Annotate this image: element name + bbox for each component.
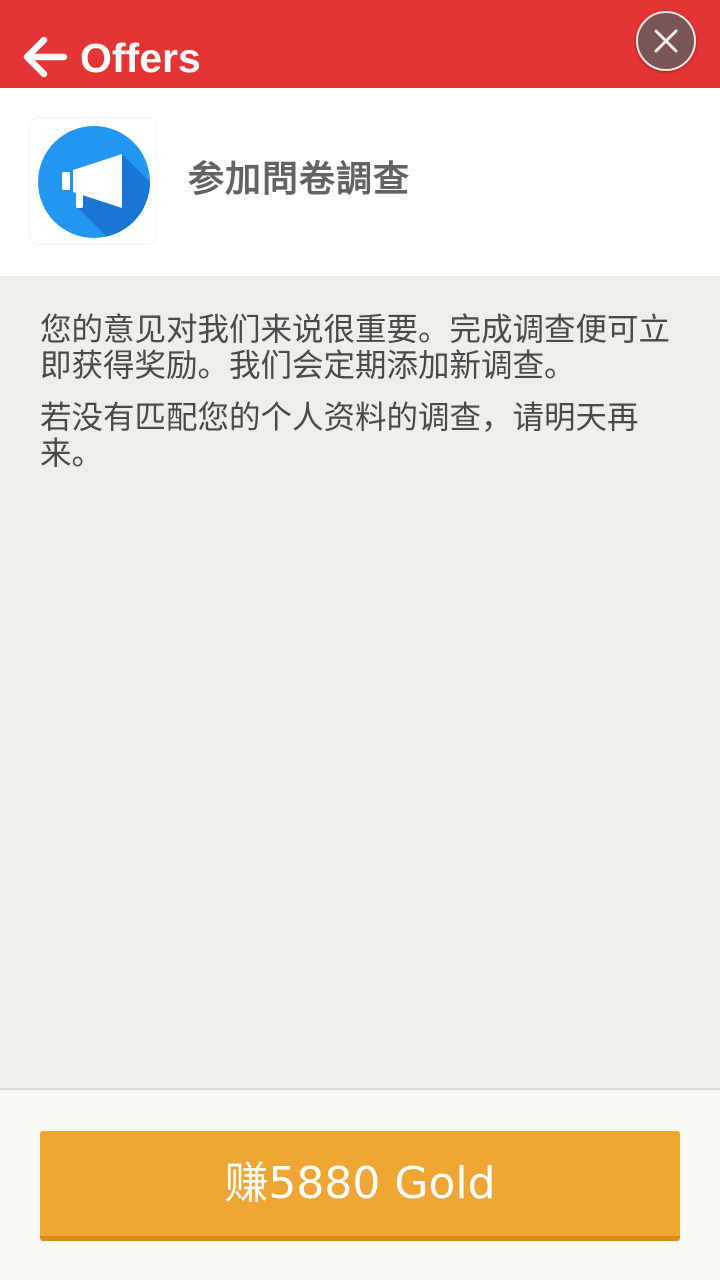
close-icon	[654, 29, 678, 53]
description-paragraph: 若没有匹配您的个人资料的调查，请明天再来。	[40, 400, 639, 472]
earn-gold-button[interactable]: 赚5880 Gold	[40, 1131, 680, 1241]
top-bar: Offers	[0, 0, 720, 88]
back-button[interactable]	[18, 30, 72, 84]
description-paragraph: 您的意见对我们来说很重要。完成调查便可立即获得奖励。我们会定期添加新调查。	[40, 312, 671, 384]
offer-title: 参加問卷調查	[188, 159, 411, 200]
footer-bar: 赚5880 Gold	[0, 1088, 720, 1280]
page-title: Offers	[80, 35, 201, 81]
close-button[interactable]	[636, 11, 696, 71]
megaphone-icon	[38, 126, 150, 238]
arrow-left-icon	[23, 36, 68, 78]
offer-description: 您的意见对我们来说很重要。完成调查便可立即获得奖励。我们会定期添加新调查。 若没…	[40, 312, 680, 488]
offer-icon-frame	[30, 118, 156, 244]
offer-header: 参加問卷調查	[0, 88, 720, 276]
